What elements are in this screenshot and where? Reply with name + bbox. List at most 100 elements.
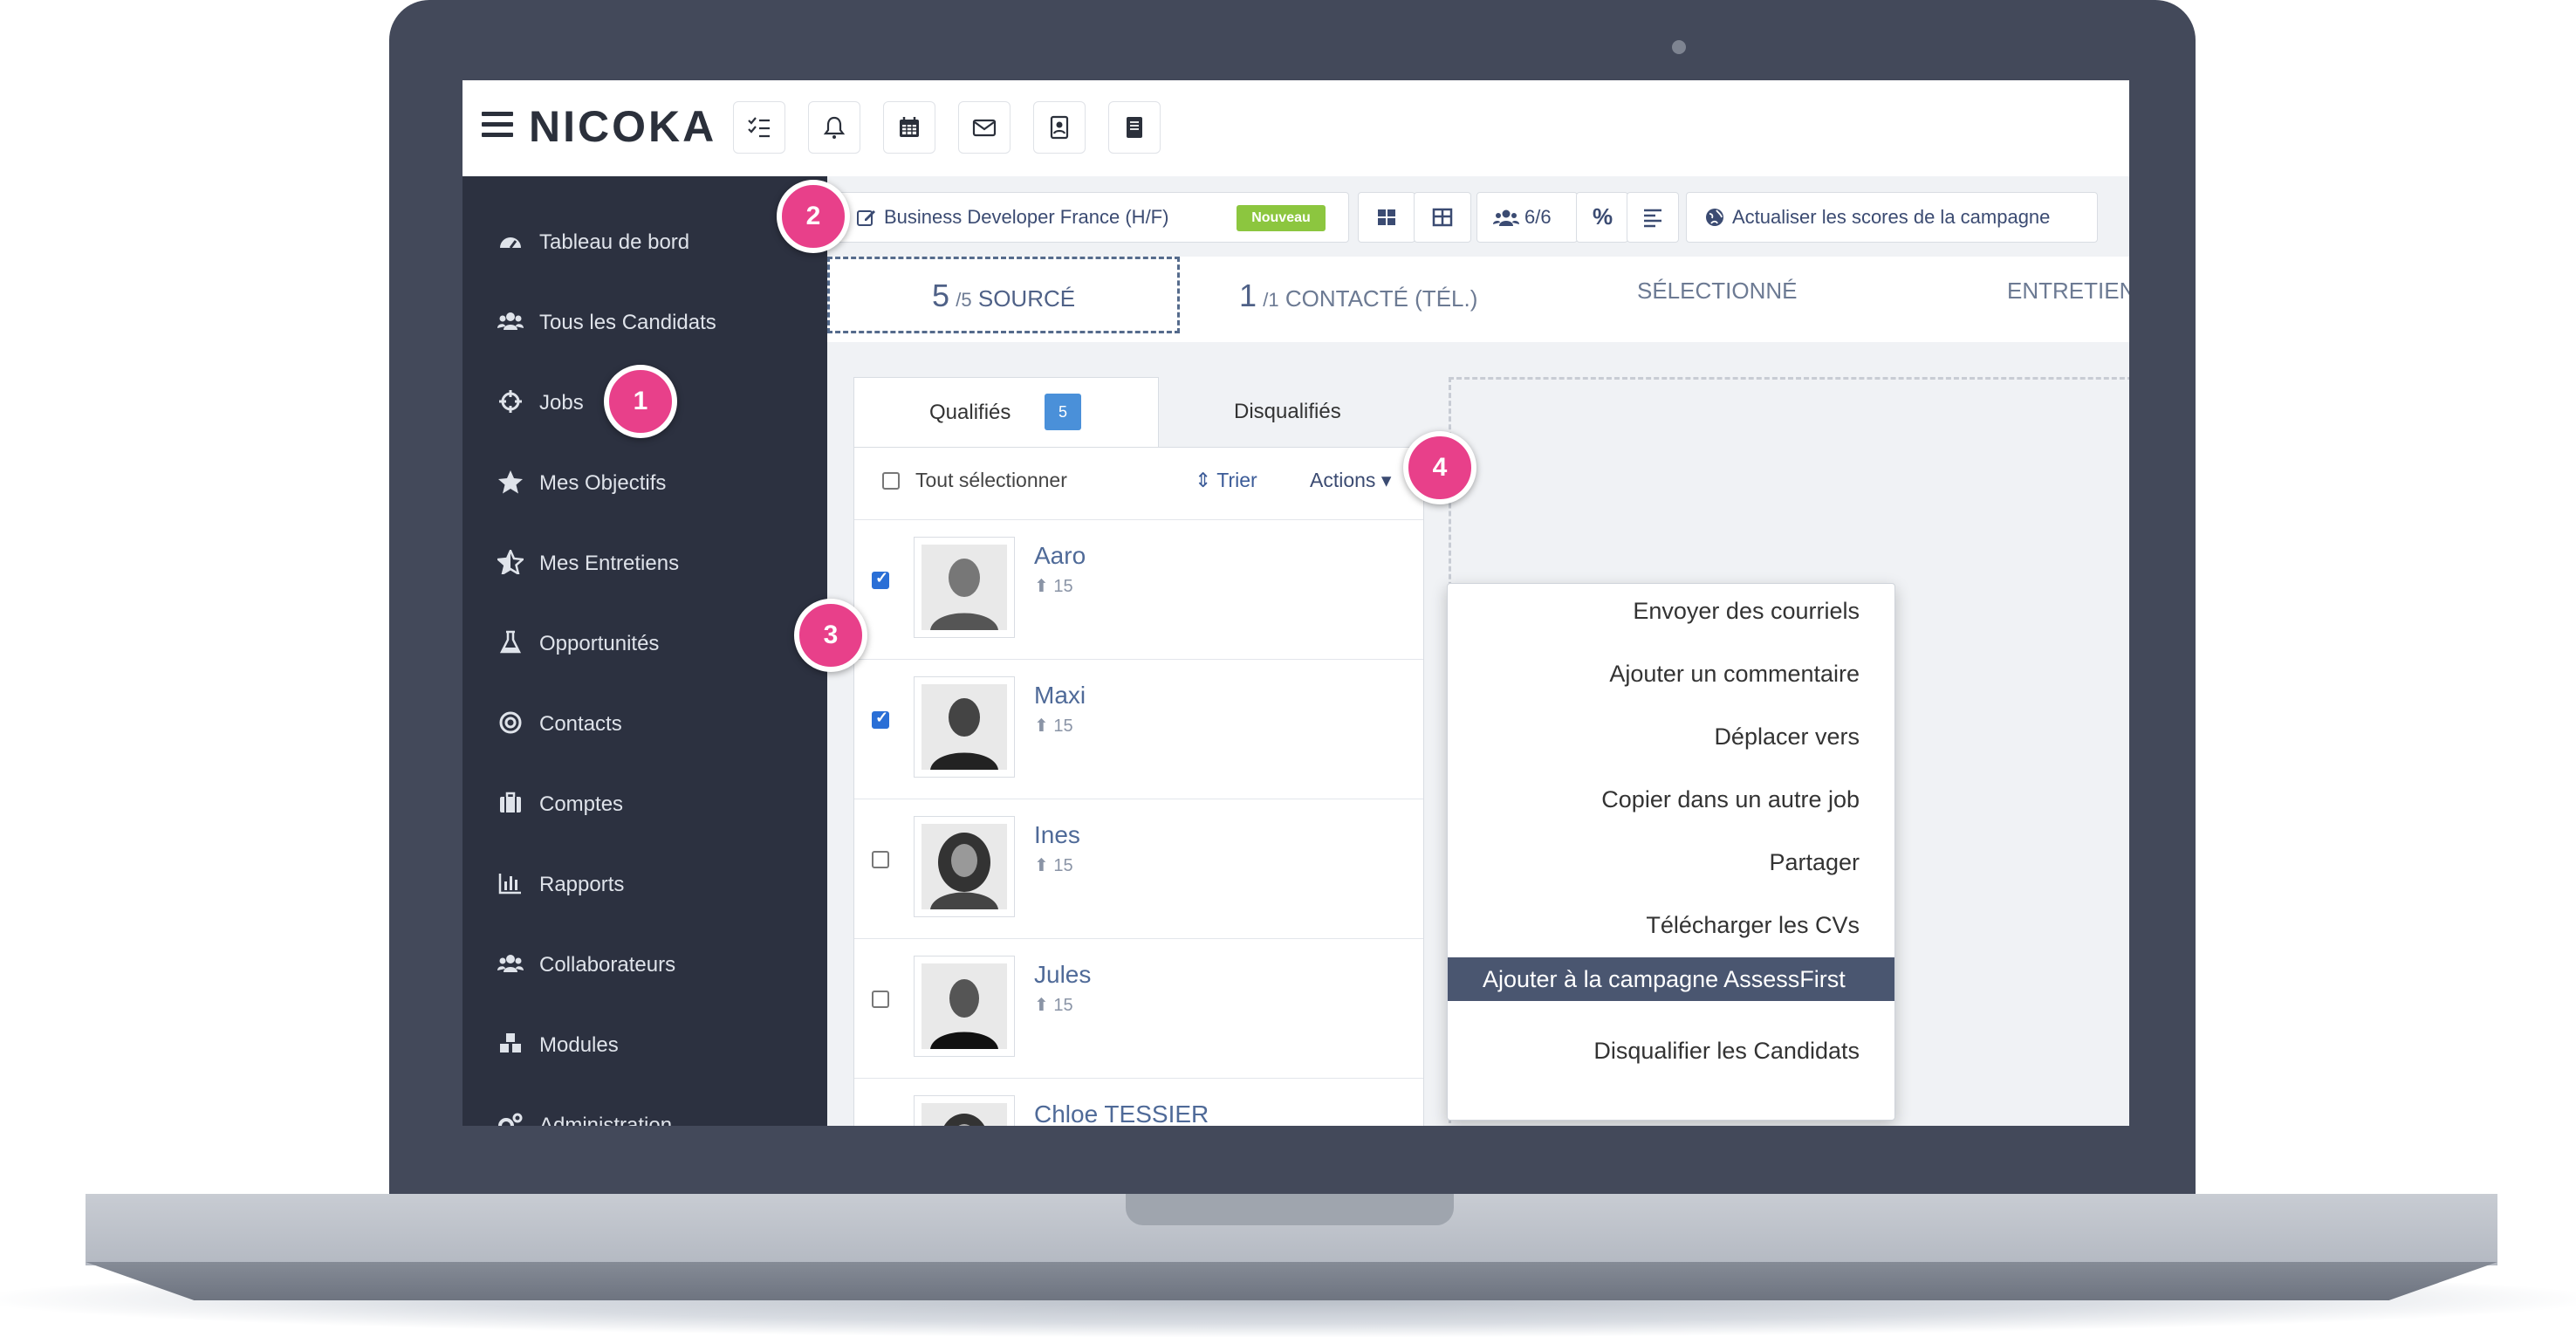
- list-item[interactable]: Ines ⬆ 15: [854, 799, 1423, 939]
- candidate-meta: ⬆ 15: [1034, 856, 1073, 875]
- select-all-label: Tout sélectionner: [915, 469, 1067, 491]
- candidate-name[interactable]: Aaro: [1034, 542, 1086, 570]
- candidate-checkbox[interactable]: [872, 851, 889, 868]
- menu-icon[interactable]: [482, 112, 513, 138]
- tab-disqualified[interactable]: Disqualifiés: [1157, 377, 1422, 447]
- grid-view-button[interactable]: [1358, 192, 1415, 243]
- candidate-meta: ⬆ 15: [1034, 716, 1073, 736]
- main-content: Business Developer France (H/F) Nouveau …: [827, 176, 2129, 1126]
- sidebar-item-all-candidates[interactable]: Tous les Candidats: [462, 295, 827, 347]
- annotation-marker-3: 3: [794, 599, 867, 672]
- align-button[interactable]: [1627, 192, 1679, 243]
- app-screen: NICOKA Tableau de bord Tous les Candidat…: [462, 80, 2129, 1126]
- sidebar-item-collaborators[interactable]: Collaborateurs: [462, 937, 827, 990]
- qualified-count-badge: 5: [1045, 394, 1081, 430]
- book-icon[interactable]: [1108, 101, 1161, 154]
- menu-item-share[interactable]: Partager: [1448, 840, 1894, 884]
- list-item[interactable]: Chloe TESSIER: [854, 1078, 1423, 1126]
- calendar-icon[interactable]: [883, 101, 935, 154]
- mail-icon[interactable]: [958, 101, 1011, 154]
- candidate-name[interactable]: Ines: [1034, 821, 1080, 849]
- menu-item-move-to[interactable]: Déplacer vers: [1448, 715, 1894, 758]
- stage-interview[interactable]: ENTRETIEN: [2007, 278, 2129, 305]
- sidebar-item-label: Opportunités: [539, 632, 660, 655]
- sidebar-item-label: Tableau de bord: [539, 230, 690, 254]
- list-item[interactable]: Jules ⬆ 15: [854, 938, 1423, 1079]
- job-title-button[interactable]: Business Developer France (H/F) Nouveau: [836, 192, 1349, 243]
- contact-card-icon[interactable]: [1033, 101, 1086, 154]
- menu-item-send-emails[interactable]: Envoyer des courriels: [1448, 589, 1894, 633]
- edit-icon: [857, 210, 875, 226]
- gears-icon: [498, 1113, 523, 1126]
- sidebar-item-interviews[interactable]: Mes Entretiens: [462, 536, 827, 588]
- bell-icon[interactable]: [808, 101, 860, 154]
- stage-selected[interactable]: SÉLECTIONNÉ: [1637, 278, 1798, 305]
- sidebar-item-label: Collaborateurs: [539, 953, 676, 977]
- sidebar-item-label: Jobs: [539, 391, 584, 415]
- checklist-icon[interactable]: [733, 101, 785, 154]
- menu-item-add-to-assessfirst[interactable]: Ajouter à la campagne AssessFirst: [1448, 957, 1894, 1001]
- candidates-board: Qualifiés 5 Disqualifiés Tout sélectionn…: [853, 377, 1424, 1126]
- table-view-button[interactable]: [1414, 192, 1471, 243]
- camera-icon: [1672, 40, 1686, 54]
- menu-item-copy-to-job[interactable]: Copier dans un autre job: [1448, 778, 1894, 821]
- sidebar-item-objectives[interactable]: Mes Objectifs: [462, 456, 827, 508]
- sidebar-item-modules[interactable]: Modules: [462, 1018, 827, 1070]
- sidebar-item-label: Contacts: [539, 712, 622, 736]
- sidebar-item-accounts[interactable]: Comptes: [462, 777, 827, 829]
- crosshair-icon: [499, 390, 522, 413]
- users-icon: [1493, 209, 1519, 226]
- candidate-name[interactable]: Chloe TESSIER: [1034, 1100, 1209, 1126]
- candidate-checkbox[interactable]: [872, 709, 889, 729]
- briefcase-icon: [500, 792, 521, 812]
- participants-button[interactable]: 6/6: [1476, 192, 1578, 243]
- sidebar-item-opportunities[interactable]: Opportunités: [462, 616, 827, 668]
- team-icon: [497, 955, 524, 972]
- actions-button[interactable]: Actions ▾: [1310, 469, 1391, 492]
- flask-icon: [499, 630, 522, 654]
- sidebar-item-label: Tous les Candidats: [539, 311, 716, 334]
- sidebar-item-contacts[interactable]: Contacts: [462, 696, 827, 749]
- candidate-name[interactable]: Maxi: [1034, 682, 1086, 710]
- actions-dropdown-menu: Envoyer des courriels Ajouter un comment…: [1447, 583, 1895, 1121]
- participants-count: 6/6: [1524, 206, 1552, 228]
- list-item[interactable]: Maxi ⬆ 15: [854, 659, 1423, 799]
- percent-button[interactable]: %: [1576, 192, 1628, 243]
- tab-qualified[interactable]: Qualifiés 5: [853, 377, 1159, 448]
- tab-qualified-label: Qualifiés: [929, 401, 1011, 424]
- candidate-name[interactable]: Jules: [1034, 961, 1091, 989]
- sidebar-item-administration[interactable]: Administration: [462, 1098, 827, 1126]
- list-controls: Tout sélectionner ⇕ Trier Actions ▾: [854, 448, 1423, 520]
- candidate-checkbox[interactable]: [872, 991, 889, 1008]
- sidebar-item-label: Mes Objectifs: [539, 471, 667, 495]
- avatar: [914, 956, 1015, 1057]
- candidate-checkbox[interactable]: [872, 569, 889, 589]
- sidebar-item-label: Administration: [539, 1114, 673, 1126]
- sidebar-item-dashboard[interactable]: Tableau de bord: [462, 215, 827, 267]
- sidebar-item-reports[interactable]: Rapports: [462, 857, 827, 909]
- menu-item-add-comment[interactable]: Ajouter un commentaire: [1448, 652, 1894, 696]
- stage-sourced-label: 5 /5 SOURCÉ: [932, 278, 1076, 313]
- star-icon: [498, 470, 523, 494]
- pipeline-stages: 5 /5 SOURCÉ 1 /1 CONTACTÉ (TÉL.) SÉLECTI…: [827, 257, 2129, 342]
- job-title: Business Developer France (H/F): [884, 206, 1169, 228]
- refresh-scores-button[interactable]: Actualiser les scores de la campagne: [1686, 192, 2098, 243]
- menu-item-download-cvs[interactable]: Télécharger les CVs: [1448, 903, 1894, 947]
- select-all-checkbox[interactable]: [882, 472, 900, 490]
- laptop-base-edge: [86, 1262, 2497, 1300]
- sort-button[interactable]: ⇕ Trier: [1195, 469, 1257, 492]
- dashboard-icon: [500, 237, 521, 249]
- list-item[interactable]: Aaro ⬆ 15: [854, 519, 1423, 660]
- modules-icon: [500, 1033, 521, 1052]
- refresh-scores-label: Actualiser les scores de la campagne: [1732, 206, 2051, 228]
- job-toolbar: Business Developer France (H/F) Nouveau …: [827, 176, 2129, 257]
- tab-disqualified-label: Disqualifiés: [1234, 400, 1341, 423]
- annotation-marker-2: 2: [777, 180, 850, 253]
- stage-contacted[interactable]: 1 /1 CONTACTÉ (TÉL.): [1239, 278, 1477, 314]
- menu-item-disqualify[interactable]: Disqualifier les Candidats: [1448, 1029, 1894, 1073]
- star-half-icon: [497, 550, 524, 574]
- app-logo[interactable]: NICOKA: [529, 101, 716, 152]
- candidate-meta: ⬆ 15: [1034, 996, 1073, 1015]
- laptop-notch: [1126, 1194, 1454, 1225]
- align-left-icon: [1644, 209, 1661, 228]
